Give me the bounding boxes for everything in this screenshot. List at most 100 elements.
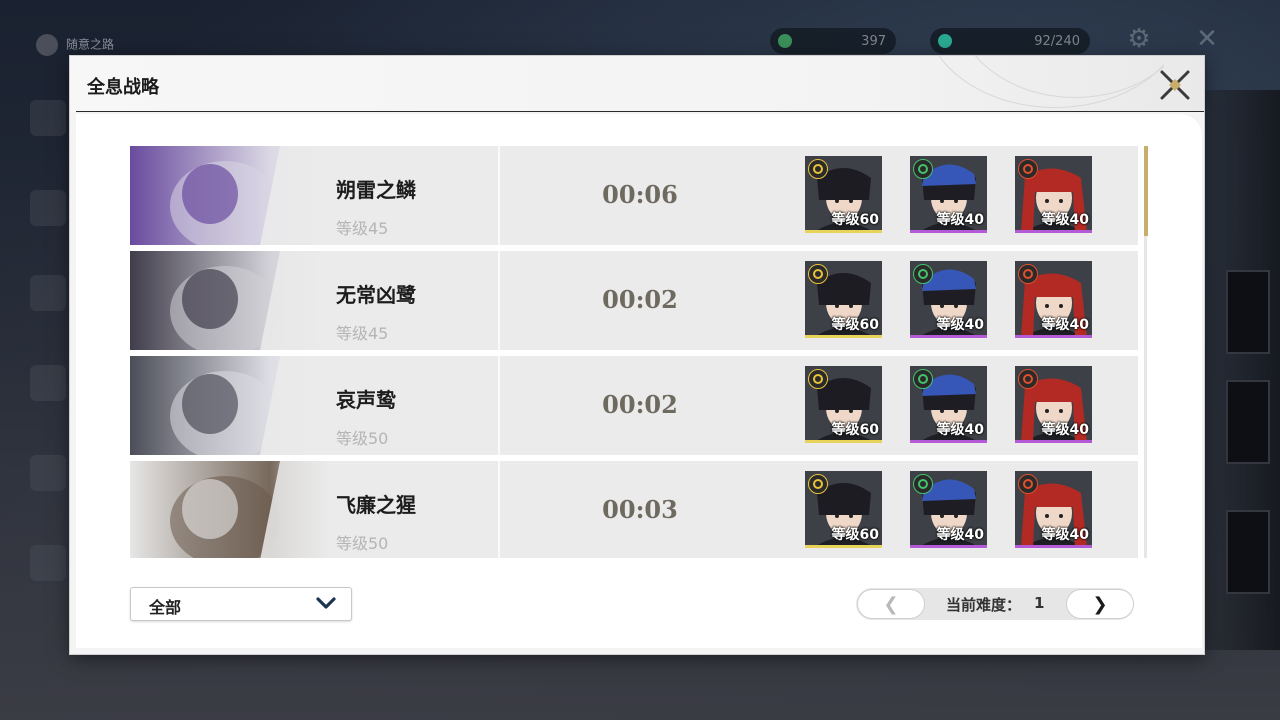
fusion-icon: [1018, 369, 1038, 389]
boss-record-list: 朔雷之鳞 等级45 00:06 等级60 等级40 等级40 无常凶鹭 等级45 00:02 等级…: [130, 146, 1140, 558]
dialog-title: 全息战略: [87, 77, 159, 98]
difficulty-pager: ❮ 当前难度： 1 ❯: [856, 588, 1134, 620]
clear-time: 00:03: [602, 495, 678, 524]
fusion-icon: [1018, 159, 1038, 179]
boss-record-row[interactable]: 朔雷之鳞等级45 00:06 等级60 等级40 等级40: [130, 146, 1138, 245]
team-member-card[interactable]: 等级40: [1015, 261, 1092, 338]
holographic-strategy-dialog: 全息战略 朔雷之鳞 等级45 00:06 等级60 等级40 等级40 无常凶鹭 等级45 00…: [70, 56, 1204, 654]
team-member-card[interactable]: 等级40: [1015, 366, 1092, 443]
character-level: 等级60: [831, 212, 879, 228]
difficulty-label: 当前难度：: [946, 596, 1022, 614]
rarity-bar: [1015, 335, 1092, 338]
close-icon: [1160, 70, 1190, 100]
filter-dropdown[interactable]: 全部: [130, 587, 352, 621]
aero-icon: [913, 474, 933, 494]
spectro-icon: [808, 474, 828, 494]
side-menu-icon: [30, 365, 66, 401]
rarity-bar: [1015, 545, 1092, 548]
background-slot: [1226, 510, 1270, 594]
boss-portrait: [130, 146, 330, 245]
boss-record-row[interactable]: 无常凶鹭等级45 00:02 等级60 等级40 等级40: [130, 251, 1138, 350]
resource-counter-1: 397: [770, 28, 896, 54]
aero-icon: [913, 264, 933, 284]
clear-time: 00:06: [602, 180, 678, 209]
boss-portrait: [130, 251, 330, 350]
background-close-icon: ✕: [1196, 24, 1218, 54]
boss-level: 等级45: [336, 219, 389, 238]
character-level: 等级60: [831, 422, 879, 438]
aero-icon: [913, 159, 933, 179]
character-level: 等级40: [936, 527, 984, 543]
boss-record-row[interactable]: 飞廉之猩 等级50 00:03 等级60 等级40 等级40: [130, 461, 1138, 558]
chevron-right-icon: ❯: [1092, 593, 1108, 615]
boss-portrait: [130, 356, 330, 455]
header-decoration: [914, 56, 1164, 112]
stamina-icon: [938, 34, 952, 48]
character-level: 等级40: [1041, 527, 1089, 543]
team-member-card[interactable]: 等级60: [805, 156, 882, 233]
header-divider: [76, 111, 1204, 112]
character-level: 等级40: [936, 317, 984, 333]
resource-icon: [778, 34, 792, 48]
side-menu-icon: [30, 100, 66, 136]
next-difficulty-button[interactable]: ❯: [1066, 589, 1134, 619]
chevron-down-icon: [316, 597, 336, 609]
fusion-icon: [1018, 474, 1038, 494]
rarity-bar: [1015, 230, 1092, 233]
rarity-bar: [910, 230, 987, 233]
rarity-bar: [805, 440, 882, 443]
side-menu-icon: [30, 455, 66, 491]
aero-icon: [913, 369, 933, 389]
side-menu-icon: [30, 190, 66, 226]
character-level: 等级40: [1041, 422, 1089, 438]
rarity-bar: [910, 335, 987, 338]
fusion-icon: [1018, 264, 1038, 284]
resource-value: 397: [861, 33, 886, 49]
background-right-panel: [1200, 90, 1280, 650]
clear-time: 00:02: [602, 285, 678, 314]
previous-difficulty-button[interactable]: ❮: [857, 589, 925, 619]
spectro-icon: [808, 264, 828, 284]
clear-time: 00:02: [602, 390, 678, 419]
resource-counter-2: 92/240: [930, 28, 1090, 54]
rarity-bar: [805, 335, 882, 338]
settings-gear-icon: ⚙: [1127, 24, 1151, 54]
team-member-card[interactable]: 等级40: [1015, 471, 1092, 548]
side-menu-icon: [30, 275, 66, 311]
character-level: 等级40: [1041, 212, 1089, 228]
boss-name: 无常凶鹭: [336, 283, 416, 307]
boss-level: 等级45: [336, 324, 389, 343]
team-member-card[interactable]: 等级40: [910, 366, 987, 443]
spectro-icon: [808, 159, 828, 179]
dialog-header: 全息战略: [70, 56, 1204, 112]
team-member-card[interactable]: 等级60: [805, 471, 882, 548]
rarity-bar: [805, 230, 882, 233]
rarity-bar: [910, 440, 987, 443]
chevron-left-icon: ❮: [883, 593, 899, 615]
team-member-card[interactable]: 等级60: [805, 366, 882, 443]
boss-record-row[interactable]: 哀声鸷等级50 00:02 等级60 等级40 等级40: [130, 356, 1138, 455]
team-member-card[interactable]: 等级60: [805, 261, 882, 338]
character-level: 等级40: [1041, 317, 1089, 333]
filter-selected-label: 全部: [149, 598, 182, 617]
rarity-bar: [805, 545, 882, 548]
list-scrollbar-thumb[interactable]: [1144, 146, 1148, 236]
boss-name: 哀声鸷: [336, 388, 396, 412]
side-menu-icon: [30, 545, 66, 581]
team-member-card[interactable]: 等级40: [910, 471, 987, 548]
boss-name: 朔雷之鳞: [336, 178, 416, 202]
rarity-bar: [910, 545, 987, 548]
boss-level: 等级50: [336, 429, 389, 448]
boss-portrait: [130, 461, 330, 558]
background-title-text: 随意之路: [66, 37, 115, 52]
team-member-card[interactable]: 等级40: [910, 261, 987, 338]
difficulty-value: 1: [1034, 594, 1045, 612]
team-member-card[interactable]: 等级40: [910, 156, 987, 233]
stamina-value: 92/240: [1034, 33, 1080, 49]
background-slot: [1226, 380, 1270, 464]
boss-level: 等级50: [336, 534, 389, 553]
background-title: 随意之路: [36, 34, 114, 56]
character-level: 等级60: [831, 317, 879, 333]
team-member-card[interactable]: 等级40: [1015, 156, 1092, 233]
close-button[interactable]: [1158, 68, 1192, 102]
